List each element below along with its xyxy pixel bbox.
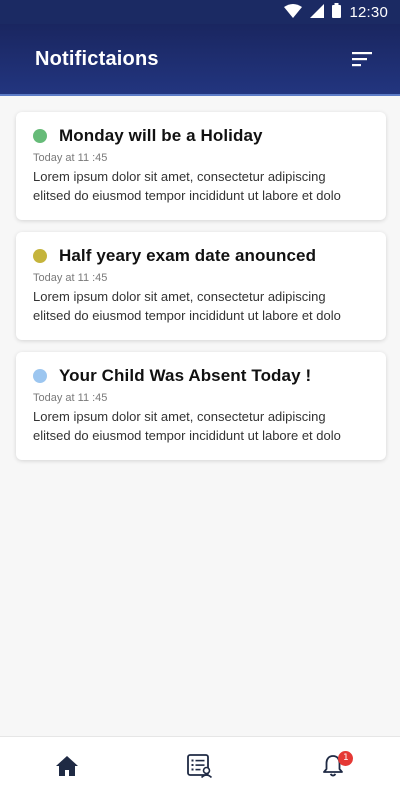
notification-body-line: elitsed do eiusmod tempor incididunt ut …	[33, 428, 341, 443]
signal-icon	[310, 3, 325, 21]
notification-card[interactable]: Monday will be a Holiday Today at 11 :45…	[16, 112, 386, 220]
notification-time: Today at 11 :45	[33, 392, 108, 404]
notification-body-line: elitsed do eiusmod tempor incididunt ut …	[33, 308, 341, 323]
status-dot	[33, 129, 47, 143]
notification-header: Monday will be a Holiday	[33, 126, 369, 146]
notification-card[interactable]: Half yeary exam date anounced Today at 1…	[16, 232, 386, 340]
notification-count-badge: 1	[338, 750, 354, 766]
nav-notifications[interactable]: 1	[309, 745, 357, 793]
app-bar: Notifictaions	[0, 24, 400, 96]
notification-time: Today at 11 :45	[33, 152, 108, 164]
notification-title: Monday will be a Holiday	[59, 126, 263, 145]
notification-time: Today at 11 :45	[33, 272, 108, 284]
nav-home[interactable]	[43, 745, 91, 793]
notification-body: Lorem ipsum dolor sit amet, consectetur …	[33, 407, 369, 445]
notification-header: Your Child Was Absent Today !	[33, 366, 369, 386]
notification-body-line: Lorem ipsum dolor sit amet, consectetur …	[33, 169, 326, 184]
notification-list: Monday will be a Holiday Today at 11 :45…	[16, 112, 386, 472]
status-bar: 12:30	[0, 0, 400, 24]
notification-title: Half yeary exam date anounced	[59, 246, 317, 265]
status-time: 12:30	[349, 3, 388, 21]
notification-body-line: elitsed do eiusmod tempor incididunt ut …	[33, 188, 341, 203]
notification-body: Lorem ipsum dolor sit amet, consectetur …	[33, 167, 369, 205]
wifi-icon	[284, 3, 303, 21]
notification-body: Lorem ipsum dolor sit amet, consectetur …	[33, 287, 369, 325]
list-icon	[187, 754, 213, 783]
notification-title: Your Child Was Absent Today !	[59, 366, 312, 385]
bottom-nav: 1	[0, 736, 400, 800]
status-dot	[33, 369, 47, 383]
home-icon	[55, 755, 79, 782]
notification-header: Half yeary exam date anounced	[33, 246, 369, 266]
nav-list[interactable]	[176, 745, 224, 793]
status-dot	[33, 249, 47, 263]
notification-body-line: Lorem ipsum dolor sit amet, consectetur …	[33, 289, 326, 304]
notification-card[interactable]: Your Child Was Absent Today ! Today at 1…	[16, 352, 386, 460]
battery-icon	[332, 3, 342, 21]
status-icons	[284, 3, 342, 21]
page-title: Notifictaions	[35, 47, 159, 70]
filter-sort-icon[interactable]	[350, 47, 374, 71]
notification-body-line: Lorem ipsum dolor sit amet, consectetur …	[33, 409, 326, 424]
